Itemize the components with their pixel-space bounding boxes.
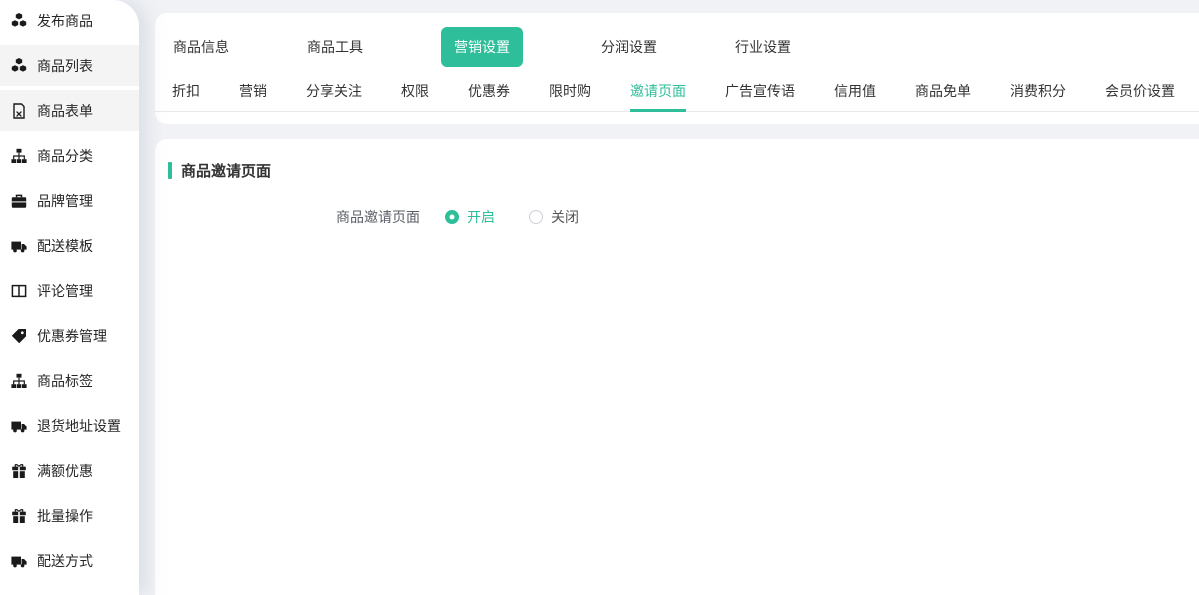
section-header: 商品邀请页面 <box>168 160 1199 181</box>
secondary-tab[interactable]: 优惠券 <box>468 71 510 112</box>
invite-page-radio-group: 开启 关闭 <box>445 207 579 227</box>
sidebar-item[interactable]: 配送方式 <box>0 540 139 581</box>
sidebar-item-label: 评论管理 <box>37 281 93 301</box>
secondary-tab[interactable]: 消费积分 <box>1010 71 1066 112</box>
primary-tab[interactable]: 行业设置 <box>735 27 791 67</box>
file-x-icon <box>11 103 27 119</box>
sidebar-item[interactable]: 发布商品 <box>0 0 139 41</box>
briefcase-icon <box>11 193 27 209</box>
radio-dot-icon[interactable] <box>445 210 459 224</box>
sidebar-item-label: 配送方式 <box>37 551 93 571</box>
radio-option[interactable]: 开启 <box>445 207 495 227</box>
secondary-tab[interactable]: 折扣 <box>172 71 200 112</box>
radio-option-label: 关闭 <box>551 207 579 227</box>
sidebar-item-label: 满额优惠 <box>37 461 93 481</box>
cubes-icon <box>11 58 27 74</box>
sidebar-item-label: 退货地址设置 <box>37 416 121 436</box>
secondary-tab[interactable]: 分享关注 <box>306 71 362 112</box>
gift-icon <box>11 508 27 524</box>
sidebar-item-label: 优惠券管理 <box>37 326 107 346</box>
radio-dot-icon[interactable] <box>529 210 543 224</box>
sidebar-item-label: 商品分类 <box>37 146 93 166</box>
secondary-tab[interactable]: 邀请页面 <box>630 71 686 112</box>
sidebar-item[interactable]: 批量操作 <box>0 495 139 536</box>
gift-icon <box>11 463 27 479</box>
primary-tab[interactable]: 商品工具 <box>307 27 363 67</box>
sidebar-item[interactable]: 满额优惠 <box>0 450 139 491</box>
sidebar-item-label: 商品标签 <box>37 371 93 391</box>
primary-tab[interactable]: 分润设置 <box>601 27 657 67</box>
truck-icon <box>11 238 27 254</box>
cubes-icon <box>11 13 27 29</box>
section-title: 商品邀请页面 <box>181 160 271 181</box>
secondary-tab[interactable]: 信用值 <box>834 71 876 112</box>
sidebar-item-label: 商品列表 <box>37 56 93 76</box>
radio-option-label: 开启 <box>467 207 495 227</box>
sidebar-item-label: 发布商品 <box>37 11 93 31</box>
primary-tab[interactable]: 商品信息 <box>173 27 229 67</box>
sidebar-item-label: 商品表单 <box>37 101 93 121</box>
sidebar-item[interactable]: 评论管理 <box>0 270 139 311</box>
sidebar-item[interactable]: 商品列表 <box>0 45 139 86</box>
secondary-tab[interactable]: 商品免单 <box>915 71 971 112</box>
secondary-tab[interactable]: 会员价设置 <box>1105 71 1175 112</box>
sidebar-item[interactable]: 商品表单 <box>0 90 139 131</box>
primary-tab[interactable]: 营销设置 <box>441 27 523 67</box>
sidebar-item[interactable]: 配送模板 <box>0 225 139 266</box>
radio-option[interactable]: 关闭 <box>529 207 579 227</box>
sidebar-item-label: 品牌管理 <box>37 191 93 211</box>
sidebar-item[interactable]: 商品标签 <box>0 360 139 401</box>
truck-icon <box>11 418 27 434</box>
sitemap-icon <box>11 148 27 164</box>
secondary-tab-bar: 折扣营销分享关注权限优惠券限时购邀请页面广告宣传语信用值商品免单消费积分会员价设… <box>155 71 1199 112</box>
sidebar-item[interactable]: 品牌管理 <box>0 180 139 221</box>
secondary-tab[interactable]: 权限 <box>401 71 429 112</box>
secondary-tab[interactable]: 广告宣传语 <box>725 71 795 112</box>
invite-page-label: 商品邀请页面 <box>168 207 420 227</box>
sidebar-item-label: 批量操作 <box>37 506 93 526</box>
primary-tab-bar: 商品信息 商品工具 营销设置 分润设置 行业设置 <box>155 13 1199 69</box>
columns-icon <box>11 283 27 299</box>
section-accent-bar <box>168 162 172 179</box>
sidebar: 发布商品商品列表商品表单商品分类品牌管理配送模板评论管理优惠券管理商品标签退货地… <box>0 0 139 595</box>
secondary-tab[interactable]: 限时购 <box>549 71 591 112</box>
sidebar-item-label: 配送模板 <box>37 236 93 256</box>
tag-icon <box>11 328 27 344</box>
sitemap-icon <box>11 373 27 389</box>
truck-icon <box>11 553 27 569</box>
content-card: 商品邀请页面 商品邀请页面 开启 关闭 <box>155 139 1199 595</box>
sidebar-item[interactable]: 退货地址设置 <box>0 405 139 446</box>
sidebar-item[interactable]: 商品分类 <box>0 135 139 176</box>
invite-page-form-row: 商品邀请页面 开启 关闭 <box>168 207 1199 227</box>
secondary-tab[interactable]: 营销 <box>239 71 267 112</box>
settings-tabs-card: 商品信息 商品工具 营销设置 分润设置 行业设置 折扣营销分享关注权限优惠券限时购邀请页… <box>155 13 1199 124</box>
sidebar-item[interactable]: 优惠券管理 <box>0 315 139 356</box>
main-area: 商品信息 商品工具 营销设置 分润设置 行业设置 折扣营销分享关注权限优惠券限时购邀请页… <box>155 0 1199 595</box>
